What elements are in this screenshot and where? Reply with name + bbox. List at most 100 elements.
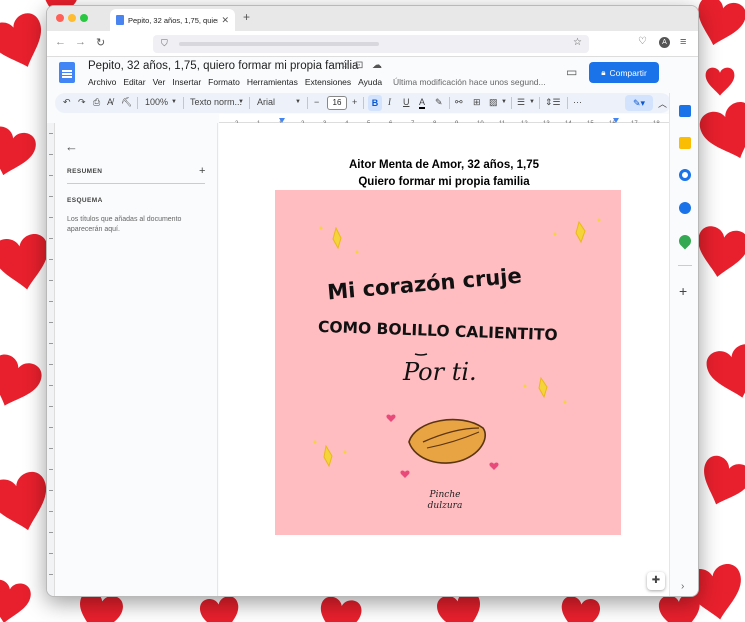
collapse-menus-chevron-up-icon[interactable]: ︿ <box>658 97 667 110</box>
align-icon[interactable]: ☰ <box>517 97 525 108</box>
minimize-window-button[interactable] <box>68 14 76 22</box>
menu-ayuda[interactable]: Ayuda <box>358 77 382 87</box>
menu-icon[interactable]: ≡ <box>680 36 686 48</box>
decrease-font-size-button[interactable]: − <box>314 97 319 107</box>
small-heart-shape <box>400 470 410 478</box>
add-comment-icon[interactable]: ⊞ <box>473 97 481 108</box>
document-heading[interactable]: Aitor Menta de Amor, 32 años, 1,75 Quier… <box>219 157 669 190</box>
document-title[interactable]: Pepito, 32 años, 1,75, quiero formar mi … <box>88 60 358 72</box>
explore-assistant-icon[interactable]: ✚ <box>647 572 665 590</box>
lock-icon: 🔒︎ <box>601 67 606 77</box>
inserted-image[interactable]: Mi corazón cruje COMO BOLILLO CALIENTITO… <box>275 190 621 535</box>
keep-icon[interactable] <box>679 137 691 149</box>
menu-herramientas[interactable]: Herramientas <box>247 77 298 87</box>
image-text-line-3: Por ti. <box>403 358 477 386</box>
link-icon[interactable]: ⚯ <box>455 97 463 108</box>
editing-mode-pencil-icon[interactable]: ✎▾ <box>625 95 653 111</box>
sparkle-shape <box>332 226 342 250</box>
contacts-icon[interactable] <box>679 202 691 214</box>
chevron-down-icon: ▼ <box>529 99 535 105</box>
chevron-down-icon: ▼ <box>501 99 507 105</box>
blurred-url <box>179 42 379 46</box>
ruler-tick <box>49 448 53 449</box>
sparkle-dot <box>355 250 359 254</box>
italic-button[interactable]: I <box>388 97 391 107</box>
tasks-icon[interactable] <box>679 169 691 181</box>
menu-extensiones[interactable]: Extensiones <box>305 77 351 87</box>
tab-title: Pepito, 32 años, 1,75, quiero formar mi … <box>128 15 218 25</box>
menu-ver[interactable]: Ver <box>153 77 166 87</box>
move-folder-icon[interactable]: ⊡ <box>355 60 363 71</box>
horizontal-ruler[interactable]: 21123456789101112131415161718 <box>219 114 669 127</box>
star-icon[interactable]: ☆ <box>340 60 349 71</box>
back-arrow-icon[interactable]: ← <box>65 139 78 154</box>
bookmark-star-icon[interactable]: ☆ <box>573 37 582 48</box>
pocket-icon[interactable]: ♡ <box>638 36 647 47</box>
ruler-tick <box>49 280 53 281</box>
ruler-tick <box>49 259 53 260</box>
menu-archivo[interactable]: Archivo <box>88 77 116 87</box>
account-icon[interactable]: A <box>659 37 670 48</box>
reload-icon[interactable]: ↻ <box>96 36 105 49</box>
bold-button[interactable]: B <box>368 95 382 111</box>
close-tab-icon[interactable]: ✕ <box>221 15 229 26</box>
ruler-tick <box>49 490 53 491</box>
ruler-tick <box>49 238 53 239</box>
chevron-down-icon: ▼ <box>238 99 244 105</box>
ruler-tick <box>49 154 53 155</box>
docs-header: Pepito, 32 años, 1,75, quiero formar mi … <box>47 57 698 93</box>
zoom-select[interactable]: 100% <box>145 97 168 107</box>
maps-icon[interactable] <box>676 232 694 250</box>
insert-image-icon[interactable]: ▨ <box>489 97 498 108</box>
style-select[interactable]: Texto norm... <box>190 97 242 107</box>
sparkle-dot <box>597 218 601 222</box>
paint-format-icon[interactable]: ⛏ <box>121 97 132 108</box>
comment-icon[interactable]: ▭ <box>566 65 577 79</box>
menu-formato[interactable]: Formato <box>208 77 240 87</box>
ruler-tick <box>49 133 53 134</box>
forward-arrow-icon[interactable]: → <box>75 36 86 48</box>
print-icon[interactable]: ⎙ <box>93 97 100 108</box>
share-button[interactable]: 🔒︎ Compartir <box>589 62 659 83</box>
add-summary-plus-icon[interactable]: + <box>199 165 205 177</box>
more-options-button[interactable]: ··· <box>573 97 582 107</box>
divider <box>678 265 692 266</box>
undo-icon[interactable]: ↶ <box>63 97 71 108</box>
docs-logo-icon[interactable] <box>59 62 75 83</box>
sparkle-dot <box>523 384 527 388</box>
font-size-input[interactable]: 16 <box>327 96 347 110</box>
get-addons-plus-icon[interactable]: + <box>679 283 687 299</box>
redo-icon[interactable]: ↷ <box>78 97 86 108</box>
close-window-button[interactable] <box>56 14 64 22</box>
small-heart-shape <box>489 462 499 470</box>
sparkle-dot <box>563 400 567 404</box>
address-bar[interactable]: ⛉ ☆ <box>153 35 589 53</box>
browser-tab[interactable]: Pepito, 32 años, 1,75, quiero formar mi … <box>110 9 235 31</box>
heading-line-1: Aitor Menta de Amor, 32 años, 1,75 <box>348 159 540 171</box>
heading-line-2: Quiero formar mi propia familia <box>358 175 530 188</box>
spellcheck-icon[interactable]: A̸ <box>107 97 113 107</box>
show-side-panel-chevron-icon[interactable]: › <box>681 581 684 592</box>
increase-font-size-button[interactable]: + <box>352 97 357 107</box>
last-modified-link[interactable]: Última modificación hace unos segund... <box>393 77 546 87</box>
underline-button[interactable]: U <box>403 97 410 107</box>
cloud-saved-icon[interactable]: ☁ <box>372 60 382 71</box>
back-arrow-icon[interactable]: ← <box>55 36 66 48</box>
sparkle-dot <box>553 232 557 236</box>
font-select[interactable]: Arial <box>257 97 275 107</box>
zoom-window-button[interactable] <box>80 14 88 22</box>
ruler-tick <box>49 343 53 344</box>
highlight-icon[interactable]: ✎ <box>435 97 443 108</box>
vertical-ruler[interactable] <box>47 123 55 596</box>
document-outline-panel: ← RESUMEN + ESQUEMA Los títulos que añad… <box>55 123 218 596</box>
menu-editar[interactable]: Editar <box>123 77 145 87</box>
calendar-icon[interactable] <box>679 105 691 117</box>
document-page[interactable]: Aitor Menta de Amor, 32 años, 1,75 Quier… <box>219 123 669 596</box>
new-tab-button[interactable]: + <box>243 10 250 24</box>
text-color-button[interactable]: A <box>419 97 426 109</box>
sparkle-dot <box>319 226 323 230</box>
chevron-down-icon: ▼ <box>295 99 301 105</box>
line-spacing-icon[interactable]: ⇕☰ <box>545 97 561 108</box>
menu-insertar[interactable]: Insertar <box>172 77 201 87</box>
outline-hint: Los títulos que añadas al documento apar… <box>67 216 182 233</box>
